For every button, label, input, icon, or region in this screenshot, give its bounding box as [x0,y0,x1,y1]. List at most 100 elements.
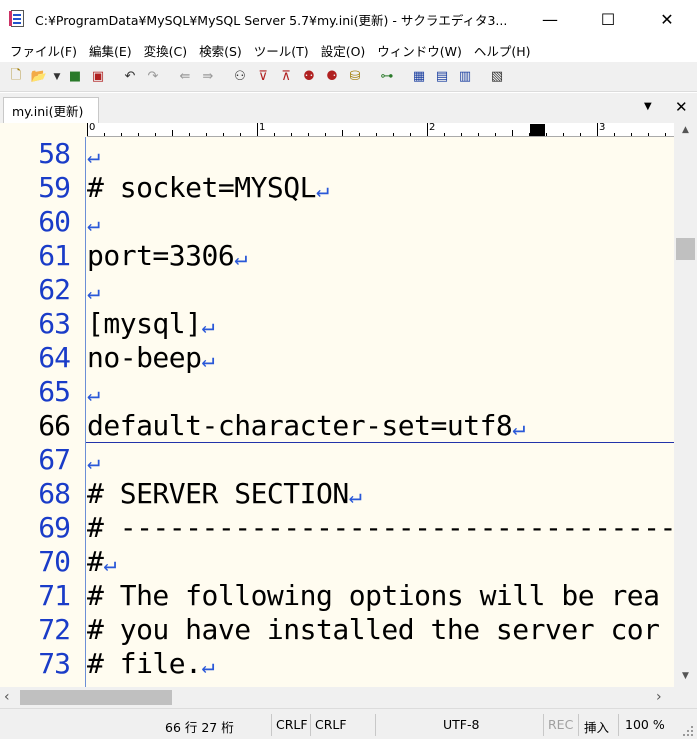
menu-settings[interactable]: 設定(O) [315,41,372,60]
menu-tools[interactable]: ツール(T) [248,41,315,60]
sakura-editor-app-icon[interactable] [9,9,27,29]
search-next-icon[interactable]: ⊽ [252,66,274,88]
editor-line[interactable]: 67 ↵ [0,443,674,477]
line-number[interactable]: 67 [0,443,71,477]
editor-line[interactable]: 58 ↵ [0,137,674,171]
editor-line[interactable]: 69 # ------------------------------------… [0,511,674,545]
text-editor-area[interactable]: 58 ↵ 59 # socket=MYSQL↵ 60 ↵ 61 port=3306↵ 62 ↵ 63… [0,137,674,687]
editor-line[interactable]: 72 # you have installed the server cor [0,613,674,647]
save-icon[interactable]: ■ [64,66,86,88]
editor-line[interactable]: 59 # socket=MYSQL↵ [0,171,674,205]
encoding[interactable]: UTF-8 [443,717,479,732]
line-text[interactable]: [mysql]↵ [87,307,215,344]
search-prev-icon[interactable]: ⊼ [275,66,297,88]
vertical-scroll-thumb[interactable] [676,238,695,260]
line-number[interactable]: 70 [0,545,71,579]
grep-icon[interactable]: ⛁ [344,66,366,88]
horizontal-scrollbar[interactable]: ‹ › [0,687,697,708]
line-text[interactable]: ↵ [87,205,100,242]
bookmark-icon[interactable]: ⊶ [376,66,398,88]
ruler-tick [427,123,428,136]
line-number[interactable]: 69 [0,511,71,545]
line-text[interactable]: ↵ [87,443,100,480]
tab-close-icon[interactable]: ✕ [675,98,688,116]
menu-file[interactable]: ファイル(F) [4,41,83,60]
editor-line[interactable]: 71 # The following options will be rea [0,579,674,613]
line-text[interactable]: ↵ [87,273,100,310]
maximize-button[interactable]: ☐ [579,0,637,38]
line-text[interactable]: # socket=MYSQL↵ [87,171,329,208]
line-number[interactable]: 63 [0,307,71,341]
editor-line[interactable]: 62 ↵ [0,273,674,307]
dropdown-icon[interactable]: ▼ [51,66,63,88]
line-number[interactable]: 59 [0,171,71,205]
editor-line[interactable]: 61 port=3306↵ [0,239,674,273]
line-text[interactable]: # SERVER SECTION↵ [87,477,362,514]
line-number[interactable]: 71 [0,579,71,613]
window-icon[interactable]: ▤ [431,66,453,88]
search-all-icon[interactable]: ⚈ [321,66,343,88]
line-text[interactable]: # The following options will be rea [87,579,660,613]
line-text[interactable]: # you have installed the server cor [87,613,660,647]
new-file-icon[interactable]: 🗋 [5,66,27,88]
eol-type-input[interactable]: CRLF [276,717,308,732]
line-text[interactable]: # --------------------------------------… [87,511,674,545]
line-number[interactable]: 58 [0,137,71,171]
line-text[interactable]: # file.↵ [87,647,215,684]
scroll-up-icon[interactable]: ▲ [674,125,697,139]
editor-line[interactable]: 70 #↵ [0,545,674,579]
ruler-tick [597,123,598,136]
tab-list-dropdown-icon[interactable]: ▼ [644,101,652,112]
line-number[interactable]: 60 [0,205,71,239]
line-number[interactable]: 73 [0,647,71,681]
close-window-button[interactable]: ✕ [638,0,696,38]
line-number[interactable]: 64 [0,341,71,375]
line-text[interactable]: no-beep↵ [87,341,215,378]
search-icon[interactable]: ⚇ [229,66,251,88]
editor-line[interactable]: 60 ↵ [0,205,674,239]
menu-search[interactable]: 検索(S) [193,41,248,60]
line-number[interactable]: 68 [0,477,71,511]
menu-edit[interactable]: 編集(E) [83,41,138,60]
jump-back-icon[interactable]: ⇚ [174,66,196,88]
settings-icon[interactable]: ▧ [486,66,508,88]
zoom-level[interactable]: 100 % [625,717,665,732]
scroll-left-icon[interactable]: ‹ [4,689,10,705]
menu-convert[interactable]: 変換(C) [138,41,193,60]
editor-line[interactable]: 66 default-character-set=utf8↵ [0,409,674,443]
save-all-icon[interactable]: ▣ [87,66,109,88]
scroll-right-icon[interactable]: › [656,689,662,705]
outline-icon[interactable]: ▦ [408,66,430,88]
scroll-down-icon[interactable]: ▼ [674,671,697,685]
line-text[interactable]: default-character-set=utf8↵ [87,409,526,446]
editor-line[interactable]: 63 [mysql]↵ [0,307,674,341]
line-number[interactable]: 72 [0,613,71,647]
editor-line[interactable]: 65 ↵ [0,375,674,409]
tab-my-ini[interactable]: my.ini(更新) [3,97,99,123]
line-text[interactable]: #↵ [87,545,117,582]
line-number[interactable]: 66 [0,409,71,443]
horizontal-scroll-thumb[interactable] [20,690,172,705]
vertical-scrollbar[interactable]: ▲ ▼ [674,123,697,687]
line-number[interactable]: 62 [0,273,71,307]
line-text[interactable]: ↵ [87,137,100,174]
menu-window[interactable]: ウィンドウ(W) [371,41,468,60]
editor-line[interactable]: 73 # file.↵ [0,647,674,681]
replace-icon[interactable]: ⚉ [298,66,320,88]
open-file-icon[interactable]: 📂 [28,66,50,88]
line-text[interactable]: port=3306↵ [87,239,247,276]
jump-forward-icon[interactable]: ⇛ [197,66,219,88]
undo-icon[interactable]: ↶ [119,66,141,88]
minimize-button[interactable]: — [521,0,579,38]
editor-line[interactable]: 68 # SERVER SECTION↵ [0,477,674,511]
redo-icon[interactable]: ↷ [142,66,164,88]
eol-type-output[interactable]: CRLF [315,717,347,732]
compare-icon[interactable]: ▥ [454,66,476,88]
editor-line[interactable]: 64 no-beep↵ [0,341,674,375]
line-number[interactable]: 65 [0,375,71,409]
line-number[interactable]: 61 [0,239,71,273]
menu-help[interactable]: ヘルプ(H) [468,41,537,60]
insert-mode[interactable]: 挿入 [584,717,609,736]
line-text[interactable]: ↵ [87,375,100,412]
resize-grip-icon[interactable] [682,725,694,737]
